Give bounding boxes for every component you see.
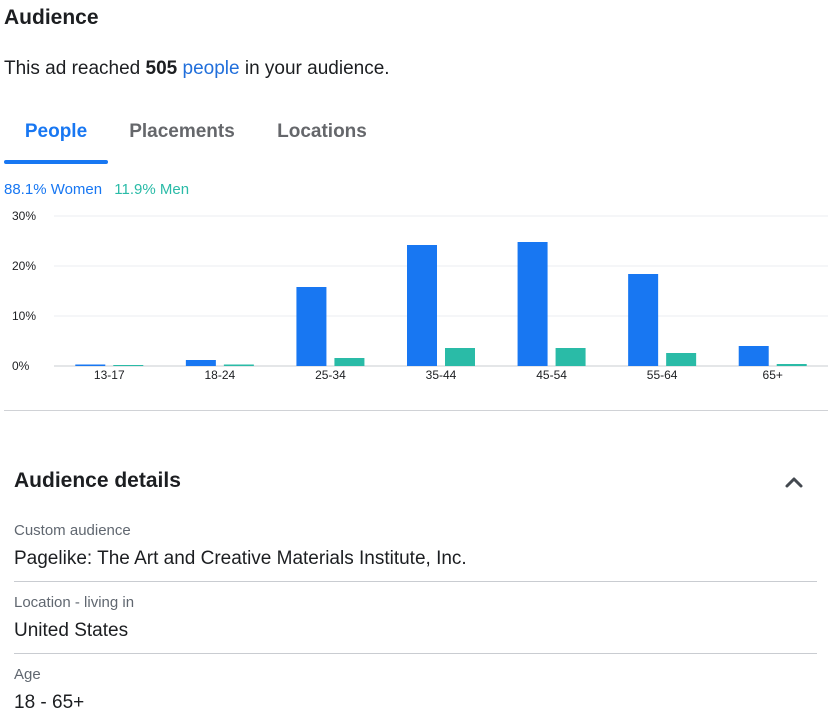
custom-audience-value: Pagelike: The Art and Creative Materials… <box>14 548 467 569</box>
y-tick-label: 30% <box>12 209 36 223</box>
age-value: 18 - 65+ <box>14 692 85 713</box>
location-label: Location - living in <box>14 594 135 611</box>
tab-placements[interactable]: Placements <box>122 100 242 164</box>
y-tick-label: 10% <box>12 309 36 323</box>
x-tick-label: 65+ <box>763 368 783 382</box>
custom-audience-label: Custom audience <box>14 522 131 539</box>
x-tick-label: 45-54 <box>536 368 567 382</box>
chevron-up-icon[interactable] <box>782 472 806 492</box>
bar-women-13-17 <box>75 364 106 366</box>
women-share: 88.1% Women <box>4 181 103 198</box>
bar-men-25-34 <box>334 358 365 366</box>
x-tick-label: 13-17 <box>94 368 125 382</box>
bar-women-45-54 <box>517 242 548 366</box>
tab-locations[interactable]: Locations <box>270 100 374 164</box>
bar-women-65+ <box>738 346 769 366</box>
tab-people[interactable]: People <box>4 100 108 164</box>
chart-divider <box>4 410 828 411</box>
audience-title: Audience <box>4 6 99 29</box>
x-tick-label: 25-34 <box>315 368 346 382</box>
audience-details-title: Audience details <box>14 469 181 492</box>
x-tick-label: 35-44 <box>426 368 457 382</box>
bar-women-25-34 <box>296 287 327 366</box>
x-tick-label: 18-24 <box>205 368 236 382</box>
people-link[interactable]: people <box>183 58 240 79</box>
reach-suffix: in your audience. <box>239 58 390 79</box>
bar-men-35-44 <box>445 348 475 366</box>
reach-summary: This ad reached 505 people in your audie… <box>4 58 390 80</box>
bar-men-18-24 <box>223 364 254 366</box>
x-tick-label: 55-64 <box>647 368 678 382</box>
audience-tabs: People Placements Locations <box>4 100 830 164</box>
bar-men-65+ <box>776 364 807 366</box>
y-tick-label: 20% <box>12 259 36 273</box>
men-share: 11.9% Men <box>114 181 190 198</box>
bar-men-13-17 <box>113 365 144 366</box>
reach-count: 505 <box>145 58 178 79</box>
detail-divider <box>14 581 817 582</box>
age-gender-chart: 0% 10% 20% 30% 13-17 18-24 25-34 35-44 45-54 55-6… <box>12 209 828 382</box>
y-tick-label: 0% <box>12 359 30 373</box>
bar-men-55-64 <box>666 353 697 366</box>
bar-men-45-54 <box>555 348 586 366</box>
bar-women-35-44 <box>407 245 437 366</box>
bar-women-55-64 <box>628 274 659 366</box>
reach-prefix: This ad reached <box>4 58 146 79</box>
detail-divider <box>14 653 817 654</box>
gender-legend: 88.1% Women 11.9% Men <box>4 181 189 198</box>
bar-women-18-24 <box>185 360 216 366</box>
age-label: Age <box>14 666 41 683</box>
location-value: United States <box>14 620 129 641</box>
